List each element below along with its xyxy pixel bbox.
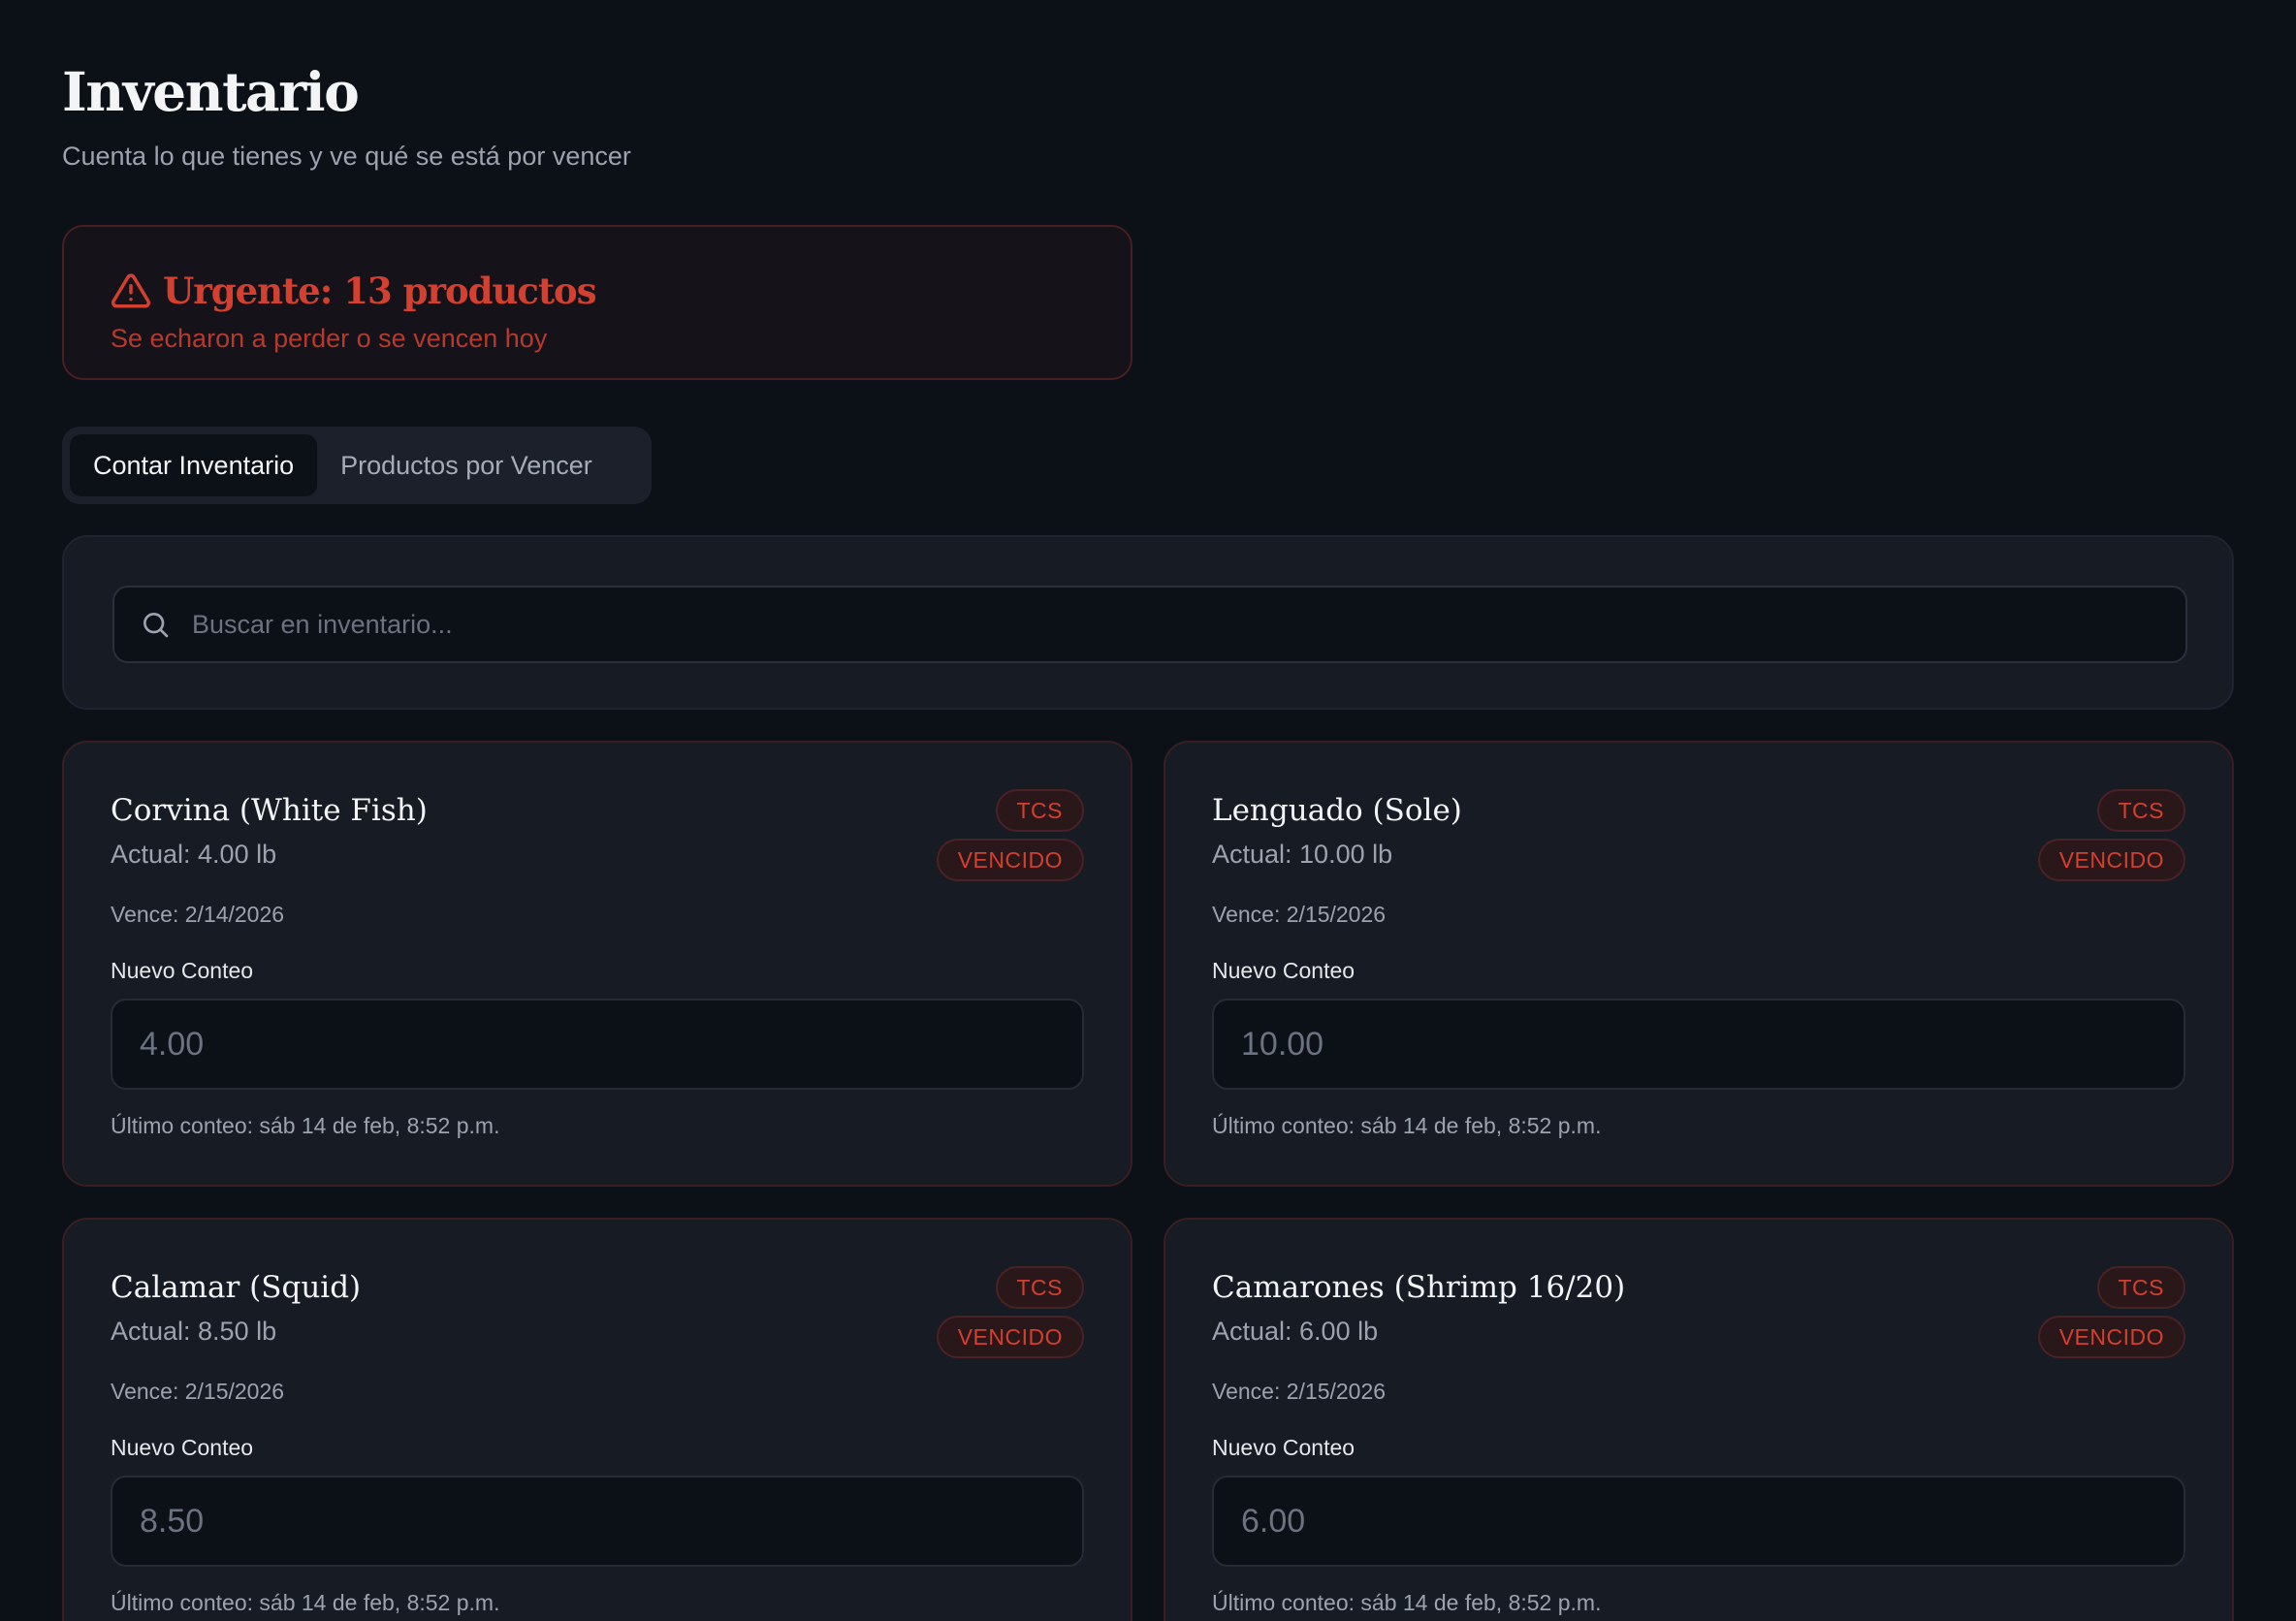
product-name: Corvina (White Fish) (111, 793, 428, 828)
page-subtitle: Cuenta lo que tienes y ve qué se está po… (62, 142, 631, 171)
status-badge: VENCIDO (2037, 839, 2185, 881)
new-count-input[interactable] (1212, 1476, 2185, 1567)
last-count-timestamp: Último conteo: sáb 14 de feb, 8:52 p.m. (1212, 1113, 1602, 1138)
search-input[interactable] (192, 609, 2185, 640)
count-label: Nuevo Conteo (111, 1435, 254, 1460)
view-tabs: Contar Inventario Productos por Vencer (62, 427, 652, 504)
alert-message: Se echaron a perder o se vencen hoy (111, 324, 548, 353)
alert-title: Urgente: 13 productos (163, 270, 597, 312)
actual-quantity: Actual: 6.00 lb (1212, 1317, 1379, 1346)
search-panel (62, 535, 2234, 710)
inventory-card: Camarones (Shrimp 16/20) Actual: 6.00 lb… (1164, 1218, 2234, 1621)
tcs-badge: TCS (995, 789, 1084, 832)
tcs-badge: TCS (995, 1266, 1084, 1309)
page-title: Inventario (62, 60, 360, 123)
inventory-page: Inventario Cuenta lo que tienes y ve qué… (0, 0, 2296, 1621)
warning-triangle-icon (111, 273, 151, 308)
count-label: Nuevo Conteo (1212, 1435, 1355, 1460)
product-name: Calamar (Squid) (111, 1270, 362, 1305)
alert-header: Urgente: 13 productos (111, 270, 1084, 312)
tab-productos-por-vencer[interactable]: Productos por Vencer (317, 434, 616, 496)
expiry-date: Vence: 2/15/2026 (1212, 1379, 1387, 1404)
last-count-timestamp: Último conteo: sáb 14 de feb, 8:52 p.m. (111, 1590, 500, 1615)
expiry-date: Vence: 2/14/2026 (111, 902, 285, 927)
expiry-date: Vence: 2/15/2026 (1212, 902, 1387, 927)
search-box[interactable] (112, 586, 2187, 663)
status-badge: VENCIDO (936, 839, 1084, 881)
status-badge: VENCIDO (2037, 1316, 2185, 1358)
last-count-timestamp: Último conteo: sáb 14 de feb, 8:52 p.m. (1212, 1590, 1602, 1615)
search-icon (144, 613, 169, 638)
inventory-card: Calamar (Squid) Actual: 8.50 lb TCS VENC… (62, 1218, 1132, 1621)
new-count-input[interactable] (1212, 999, 2185, 1090)
status-badge: VENCIDO (936, 1316, 1084, 1358)
tab-contar-inventario[interactable]: Contar Inventario (70, 434, 318, 496)
actual-quantity: Actual: 8.50 lb (111, 1317, 277, 1346)
tcs-badge: TCS (2096, 1266, 2185, 1309)
actual-quantity: Actual: 4.00 lb (111, 840, 277, 869)
last-count-timestamp: Último conteo: sáb 14 de feb, 8:52 p.m. (111, 1113, 500, 1138)
count-label: Nuevo Conteo (1212, 958, 1355, 983)
count-label: Nuevo Conteo (111, 958, 254, 983)
product-name: Camarones (Shrimp 16/20) (1212, 1270, 1626, 1305)
inventory-card: Lenguado (Sole) Actual: 10.00 lb TCS VEN… (1164, 741, 2234, 1187)
new-count-input[interactable] (111, 1476, 1084, 1567)
expiry-date: Vence: 2/15/2026 (111, 1379, 285, 1404)
tcs-badge: TCS (2096, 789, 2185, 832)
urgent-alert: Urgente: 13 productos Se echaron a perde… (62, 225, 1132, 380)
inventory-card: Corvina (White Fish) Actual: 4.00 lb TCS… (62, 741, 1132, 1187)
actual-quantity: Actual: 10.00 lb (1212, 840, 1393, 869)
product-name: Lenguado (Sole) (1212, 793, 1462, 828)
new-count-input[interactable] (111, 999, 1084, 1090)
